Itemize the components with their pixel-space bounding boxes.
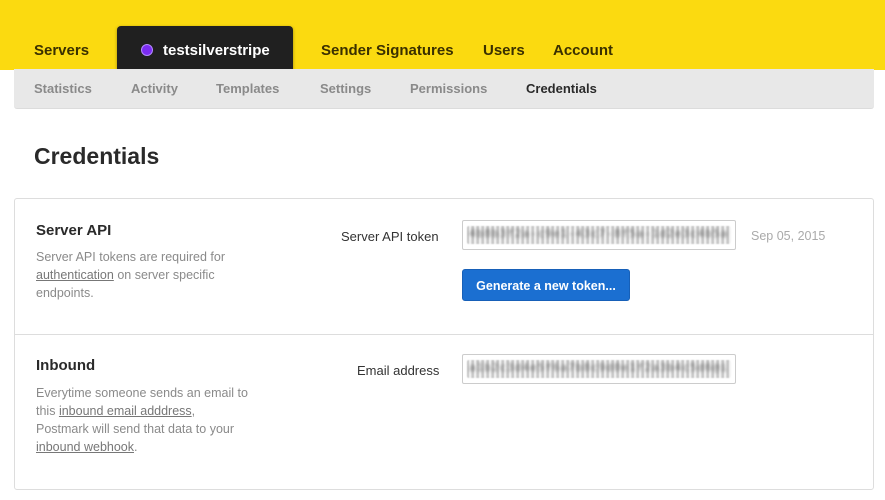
nav-account[interactable]: Account [553,42,613,59]
tab-statistics[interactable]: Statistics [34,81,92,96]
server-api-title: Server API [36,222,112,239]
server-subnav: Statistics Activity Templates Settings P… [14,69,874,109]
server-api-token-label: Server API token [341,229,439,244]
inbound-section: Inbound Everytime someone sends an email… [15,335,873,490]
server-api-description: Server API tokens are required for authe… [36,248,248,302]
server-name: testsilverstripe [163,42,270,59]
nav-servers[interactable]: Servers [34,42,89,59]
server-api-desc-text: Server API tokens are required for [36,250,225,264]
inbound-webhook-link[interactable]: inbound webhook [36,440,134,454]
tab-settings[interactable]: Settings [320,81,371,96]
tab-credentials[interactable]: Credentials [526,81,597,96]
inbound-desc-text-end: . [134,440,138,454]
tab-activity[interactable]: Activity [131,81,178,96]
inbound-email-input[interactable]: a1b2c3d4e5f6a7b8c9d0e1f2a3b4c5d6@inbound… [462,354,736,384]
page-title: Credentials [34,143,160,169]
token-created-date: Sep 05, 2015 [751,229,826,243]
generate-token-button[interactable]: Generate a new token... [462,269,630,301]
inbound-email-value: a1b2c3d4e5f6a7b8c9d0e1f2a3b4c5d6@inbound… [469,361,729,374]
email-address-label: Email address [357,363,440,378]
tab-permissions[interactable]: Permissions [410,81,487,96]
inbound-description: Everytime someone sends an email to this… [36,384,248,456]
server-api-token-value: 4b8b3f2a-c9e1-43c7-8f5a-1d2e3c4b5a6f [469,227,729,240]
nav-users[interactable]: Users [483,42,525,59]
server-status-dot-icon [141,44,153,56]
tab-templates[interactable]: Templates [216,81,279,96]
credentials-panel: Server API Server API tokens are require… [14,198,874,490]
nav-sender-signatures[interactable]: Sender Signatures [321,42,454,59]
authentication-link[interactable]: authentication [36,268,114,282]
inbound-title: Inbound [36,357,96,374]
current-server-tab[interactable]: testsilverstripe [117,26,293,75]
server-api-token-input[interactable]: 4b8b3f2a-c9e1-43c7-8f5a-1d2e3c4b5a6f [462,220,736,250]
inbound-email-address-link[interactable]: inbound email adddress [59,404,192,418]
server-api-section: Server API Server API tokens are require… [15,199,873,335]
